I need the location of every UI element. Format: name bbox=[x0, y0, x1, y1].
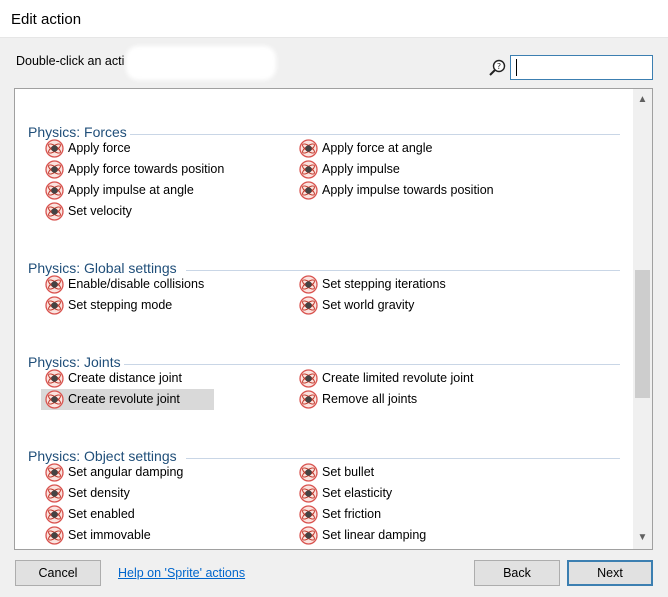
action-item-label: Set velocity bbox=[68, 204, 132, 218]
action-item[interactable]: Set angular damping bbox=[41, 462, 200, 483]
scrollbar-thumb[interactable] bbox=[635, 270, 650, 398]
action-item-label: Set bullet bbox=[322, 465, 375, 479]
physics-atom-icon bbox=[45, 202, 64, 221]
action-item[interactable]: Enable/disable collisions bbox=[41, 274, 240, 295]
physics-atom-icon bbox=[299, 390, 318, 409]
action-item[interactable]: Create distance joint bbox=[41, 368, 214, 389]
action-item-label: Apply force bbox=[68, 141, 131, 155]
action-item[interactable]: Create limited revolute joint bbox=[295, 368, 520, 389]
physics-atom-icon bbox=[299, 526, 318, 545]
physics-atom-icon bbox=[45, 160, 64, 179]
action-item-label: Set friction bbox=[322, 507, 382, 521]
physics-atom-icon bbox=[299, 484, 318, 503]
action-item-label: Set immovable bbox=[68, 528, 151, 542]
scroll-up-arrow-icon[interactable]: ▲ bbox=[633, 91, 652, 109]
physics-atom-icon bbox=[45, 275, 64, 294]
back-button[interactable]: Back bbox=[474, 560, 560, 586]
physics-atom-icon bbox=[299, 296, 318, 315]
action-item-label: Set linear damping bbox=[322, 528, 427, 542]
svg-text:?: ? bbox=[497, 62, 501, 71]
scroll-down-arrow-icon[interactable]: ▼ bbox=[633, 529, 652, 547]
action-item[interactable]: Set immovable bbox=[41, 525, 161, 546]
action-item-label: Create revolute joint bbox=[68, 392, 180, 406]
action-item[interactable]: Set stepping mode bbox=[41, 295, 187, 316]
action-item-label: Apply impulse at angle bbox=[68, 183, 194, 197]
action-list[interactable]: ▲ ▼ Physics: Forces Apply force Apply forc… bbox=[14, 88, 653, 550]
next-button[interactable]: Next bbox=[567, 560, 653, 586]
help-link[interactable]: Help on 'Sprite' actions bbox=[118, 566, 245, 580]
search-icon: ? bbox=[489, 59, 506, 76]
physics-atom-icon bbox=[45, 505, 64, 524]
action-item[interactable]: Create revolute joint bbox=[41, 389, 214, 410]
physics-atom-icon bbox=[45, 139, 64, 158]
physics-atom-icon bbox=[45, 390, 64, 409]
cancel-button[interactable]: Cancel bbox=[15, 560, 101, 586]
action-item[interactable]: Set density bbox=[41, 483, 148, 504]
action-item-label: Set world gravity bbox=[322, 298, 415, 312]
action-item-label: Create distance joint bbox=[68, 371, 182, 385]
physics-atom-icon bbox=[45, 296, 64, 315]
physics-atom-icon bbox=[299, 463, 318, 482]
action-item-label: Set angular damping bbox=[68, 465, 184, 479]
title-bar: Edit action bbox=[0, 0, 668, 38]
physics-atom-icon bbox=[45, 526, 64, 545]
action-item-label: Set elasticity bbox=[322, 486, 393, 500]
action-item[interactable]: Set enabled bbox=[41, 504, 148, 525]
action-item[interactable]: Remove all joints bbox=[295, 389, 441, 410]
action-item[interactable]: Apply impulse at angle bbox=[41, 180, 220, 201]
action-item-label: Set stepping mode bbox=[68, 298, 173, 312]
search-input[interactable] bbox=[510, 55, 653, 80]
action-item-label: Apply impulse bbox=[322, 162, 400, 176]
action-item[interactable]: Set stepping iterations bbox=[295, 274, 481, 295]
action-item-label: Set enabled bbox=[68, 507, 135, 521]
physics-atom-icon bbox=[45, 484, 64, 503]
action-item[interactable]: Set linear damping bbox=[295, 525, 448, 546]
physics-atom-icon bbox=[299, 275, 318, 294]
text-caret bbox=[516, 59, 517, 76]
action-item[interactable]: Apply force towards position bbox=[41, 159, 260, 180]
physics-atom-icon bbox=[299, 160, 318, 179]
physics-atom-icon bbox=[299, 139, 318, 158]
action-item-label: Apply impulse towards position bbox=[322, 183, 494, 197]
physics-atom-icon bbox=[45, 463, 64, 482]
group-divider bbox=[186, 458, 620, 459]
physics-atom-icon bbox=[299, 369, 318, 388]
action-item[interactable]: Apply force bbox=[41, 138, 148, 159]
action-item-label: Remove all joints bbox=[322, 392, 418, 406]
action-item-label: Create limited revolute joint bbox=[322, 371, 474, 385]
action-item[interactable]: Set elasticity bbox=[295, 483, 421, 504]
group-divider bbox=[124, 364, 620, 365]
instruction-text: Double-click an acti bbox=[16, 54, 125, 68]
action-item-label: Set stepping iterations bbox=[322, 277, 446, 291]
action-item[interactable]: Set world gravity bbox=[295, 295, 441, 316]
physics-atom-icon bbox=[299, 181, 318, 200]
group-divider bbox=[186, 270, 620, 271]
physics-atom-icon bbox=[45, 369, 64, 388]
vertical-scrollbar[interactable]: ▲ ▼ bbox=[633, 89, 652, 549]
action-item[interactable]: Apply force at angle bbox=[295, 138, 461, 159]
action-item[interactable]: Set friction bbox=[295, 504, 408, 525]
action-item-label: Set density bbox=[68, 486, 130, 500]
action-item[interactable]: Set velocity bbox=[41, 201, 154, 222]
redacted-area bbox=[126, 46, 276, 80]
window-title: Edit action bbox=[11, 11, 82, 28]
action-item[interactable]: Apply impulse towards position bbox=[295, 180, 527, 201]
physics-atom-icon bbox=[45, 181, 64, 200]
action-item-label: Apply force towards position bbox=[68, 162, 225, 176]
action-item[interactable]: Apply impulse bbox=[295, 159, 415, 180]
action-item-label: Apply force at angle bbox=[322, 141, 433, 155]
action-item-label: Enable/disable collisions bbox=[68, 277, 205, 291]
physics-atom-icon bbox=[299, 505, 318, 524]
group-divider bbox=[130, 134, 620, 135]
action-item[interactable]: Set bullet bbox=[295, 462, 395, 483]
